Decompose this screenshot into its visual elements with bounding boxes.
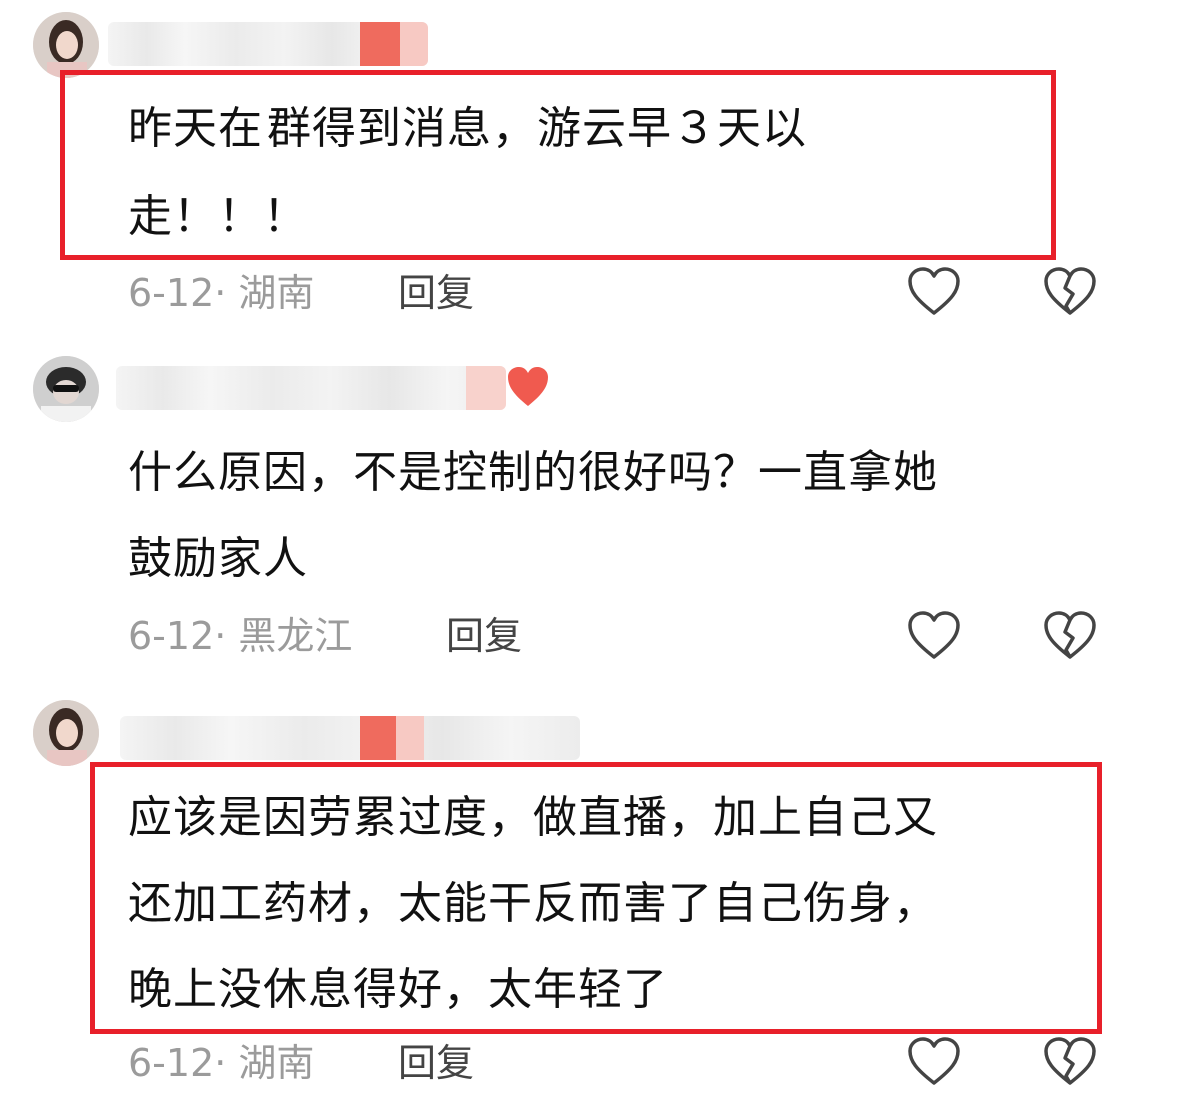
broken-heart-icon[interactable]: [1042, 266, 1098, 318]
reply-button[interactable]: 回复: [446, 613, 522, 659]
comment-text-line: 还加工药材，太能干反而害了自己伤身，: [128, 878, 938, 929]
comment-date-location: 6-12· 湖南: [128, 1041, 315, 1085]
avatar[interactable]: [33, 356, 99, 422]
broken-heart-icon[interactable]: [1042, 610, 1098, 662]
broken-heart-icon[interactable]: [1042, 1036, 1098, 1088]
comment-text-line: 晚上没休息得好，太年轻了: [128, 964, 668, 1015]
comment-text-line: 鼓励家人: [128, 533, 308, 584]
heart-outline-icon[interactable]: [906, 1036, 962, 1088]
comment-text: 什么原因，不是控制的很好吗？一直拿她 鼓励家人: [128, 430, 1088, 602]
reply-button[interactable]: 回复: [398, 1040, 474, 1086]
comment-text-line: 应该是因劳累过度，做直播，加上自己又: [128, 792, 938, 843]
reply-button[interactable]: 回复: [398, 270, 474, 316]
username-blurred[interactable]: [120, 716, 580, 760]
comment-text: 应该是因劳累过度，做直播，加上自己又 还加工药材，太能干反而害了自己伤身， 晚上…: [128, 775, 1088, 1033]
comment-text: 昨天在群得到消息，游云早３天以 走！！！: [128, 86, 1028, 260]
comment-text-part: 群得到消息，游云早３天以: [267, 103, 807, 154]
avatar[interactable]: [33, 12, 99, 78]
comment-text-line: 走！！！: [128, 191, 308, 242]
comment-date-location: 6-12· 黑龙江: [128, 614, 353, 658]
comment-date-location: 6-12· 湖南: [128, 271, 315, 315]
avatar[interactable]: [33, 700, 99, 766]
comment-text-line: 什么原因，不是控制的很好吗？一直拿她: [128, 447, 938, 498]
red-heart-badge-icon: [505, 364, 551, 410]
heart-outline-icon[interactable]: [906, 266, 962, 318]
comment-text-part: 昨天在: [128, 103, 263, 154]
username-blurred[interactable]: [108, 22, 428, 66]
heart-outline-icon[interactable]: [906, 610, 962, 662]
username-blurred[interactable]: [116, 366, 506, 410]
